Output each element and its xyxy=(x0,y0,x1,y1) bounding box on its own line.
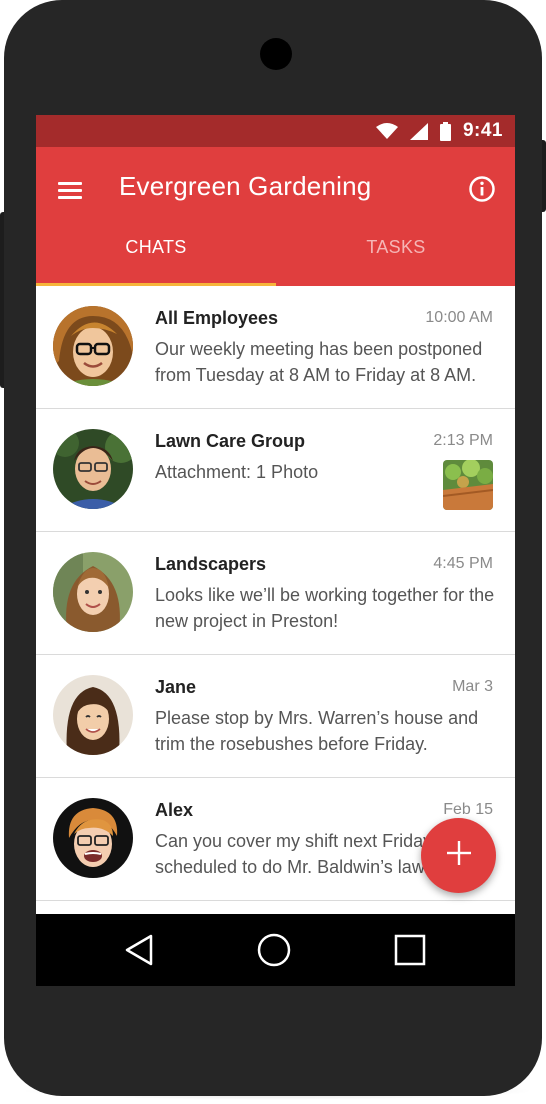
status-time: 9:41 xyxy=(462,120,503,141)
signal-icon xyxy=(409,122,428,140)
back-icon[interactable] xyxy=(119,930,159,970)
chat-name: Landscapers xyxy=(155,554,267,574)
chat-name: Lawn Care Group xyxy=(155,431,306,451)
app-bar: Evergreen Gardening CHATS TASKS xyxy=(36,147,515,286)
chat-message: Please stop by Mrs. Warren’s house and t… xyxy=(155,708,479,754)
chat-time: Mar 3 xyxy=(452,678,493,695)
chat-item-lawn-care-group[interactable]: Lawn Care Group 2:13 PM Attachment: 1 Ph… xyxy=(36,409,515,532)
tab-chats[interactable]: CHATS xyxy=(36,230,276,286)
chat-time: 10:00 AM xyxy=(425,309,493,326)
attachment-thumbnail[interactable] xyxy=(443,460,493,510)
recents-icon[interactable] xyxy=(390,930,430,970)
status-bar: 9:41 xyxy=(36,115,515,147)
hamburger-menu-icon[interactable] xyxy=(56,177,84,205)
chat-list: All Employees 10:00 AM Our weekly meetin… xyxy=(36,286,515,901)
avatar xyxy=(53,429,133,509)
plus-icon xyxy=(446,840,472,871)
chat-item-jane[interactable]: Jane Mar 3 Please stop by Mrs. Warren’s … xyxy=(36,655,515,778)
front-camera xyxy=(260,38,292,70)
chat-time: 2:13 PM xyxy=(433,432,493,449)
chat-message: Our weekly meeting has been postponed fr… xyxy=(155,339,483,385)
info-icon[interactable] xyxy=(468,175,496,203)
new-chat-fab[interactable] xyxy=(421,818,496,893)
avatar xyxy=(53,306,133,386)
tab-bar: CHATS TASKS xyxy=(36,230,515,286)
navigation-bar xyxy=(36,914,515,986)
chat-time: 4:45 PM xyxy=(433,555,493,572)
chat-name: All Employees xyxy=(155,308,279,328)
chat-item-landscapers[interactable]: Landscapers 4:45 PM Looks like we’ll be … xyxy=(36,532,515,655)
battery-icon xyxy=(439,121,451,141)
chat-name: Alex xyxy=(155,800,194,820)
tab-tasks[interactable]: TASKS xyxy=(276,230,515,286)
avatar xyxy=(53,552,133,632)
app-title: Evergreen Gardening xyxy=(119,171,372,201)
phone-screen: 9:41 Evergreen Gardening CHATS TASKS All… xyxy=(36,115,515,986)
chat-name: Jane xyxy=(155,677,197,697)
home-icon[interactable] xyxy=(254,930,294,970)
wifi-icon xyxy=(375,123,398,139)
chat-item-all-employees[interactable]: All Employees 10:00 AM Our weekly meetin… xyxy=(36,286,515,409)
chat-message: Looks like we’ll be working together for… xyxy=(155,585,495,631)
avatar xyxy=(53,675,133,755)
chat-time: Feb 15 xyxy=(443,801,493,818)
avatar xyxy=(53,798,133,878)
